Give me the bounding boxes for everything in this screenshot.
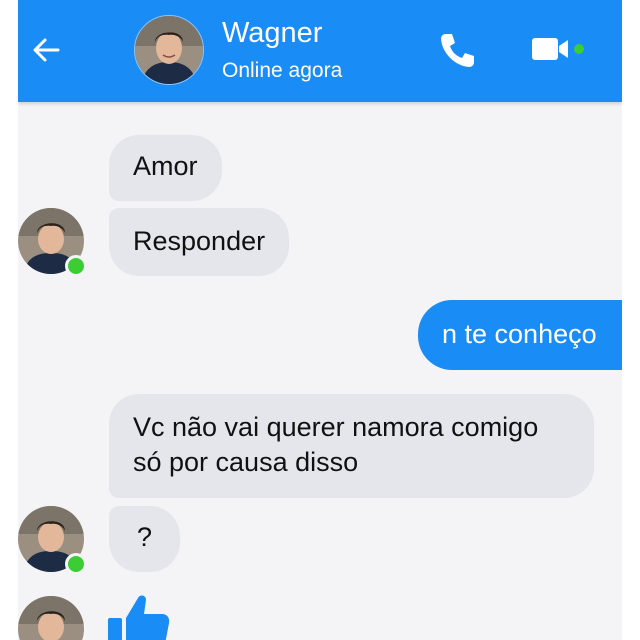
contact-avatar[interactable] <box>134 15 204 85</box>
phone-icon[interactable] <box>436 28 480 72</box>
message-bubble-outgoing[interactable]: n te conheço <box>418 300 622 370</box>
sender-avatar[interactable] <box>18 208 87 277</box>
message-bubble[interactable]: ? <box>109 506 181 572</box>
thumbs-up-icon[interactable] <box>108 592 170 640</box>
contact-status: Online agora <box>222 59 343 82</box>
message-bubble[interactable]: Amor <box>109 135 222 201</box>
message-bubble[interactable]: Vc não vai querer namora comigo só por c… <box>109 394 594 498</box>
contact-name[interactable]: Wagner <box>222 16 322 50</box>
chat-header: Wagner Online agora <box>18 0 622 102</box>
online-indicator <box>65 553 87 575</box>
chat-window: Wagner Online agora Amor Responder n te … <box>18 0 622 640</box>
sender-avatar[interactable] <box>18 506 87 575</box>
sender-avatar[interactable] <box>18 596 84 640</box>
message-bubble[interactable]: Responder <box>109 208 290 276</box>
video-camera-icon[interactable] <box>530 32 590 66</box>
back-arrow-icon[interactable] <box>28 32 64 68</box>
online-indicator <box>65 255 87 277</box>
